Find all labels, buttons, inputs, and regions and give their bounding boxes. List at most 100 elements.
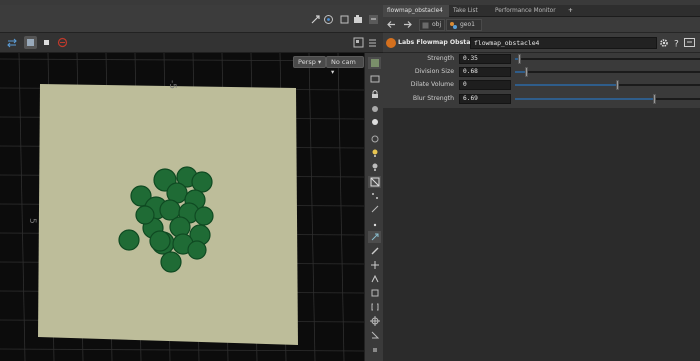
- angle-icon[interactable]: [368, 329, 381, 341]
- grid-snap-icon[interactable]: [368, 287, 381, 299]
- viewport-top-toolbar: [0, 5, 383, 33]
- persp-label: Persp: [298, 58, 316, 66]
- snap-icon[interactable]: [338, 13, 351, 26]
- tree-shape: [118, 229, 140, 251]
- viewport-layout-icon[interactable]: [352, 36, 365, 49]
- param-row-dilate-volume: Dilate Volume 0: [383, 79, 700, 91]
- add-tab-label: +: [568, 8, 573, 14]
- tab-label: flowmap_obstacle4: [387, 8, 443, 14]
- camera-menu-button[interactable]: No cam ▾: [326, 56, 364, 76]
- help-icon[interactable]: ?: [672, 38, 682, 50]
- param-row-blur-strength: Blur Strength 6.69: [383, 93, 700, 105]
- transform-icon[interactable]: [368, 259, 381, 271]
- viewport-secondary-toolbar: [0, 33, 383, 53]
- viewport-menu-icon[interactable]: [366, 36, 379, 49]
- camera-icon[interactable]: [352, 13, 365, 26]
- bracket-icon[interactable]: [368, 301, 381, 313]
- display-options-icon[interactable]: [367, 13, 380, 26]
- tab-label: Performance Monitor: [495, 8, 556, 14]
- geo-path-label: geo1: [460, 21, 475, 28]
- persp-menu-button[interactable]: Persp ▾: [293, 56, 327, 68]
- shading-icon[interactable]: [40, 36, 53, 49]
- node-name-field[interactable]: flowmap_obstacle4: [470, 37, 657, 49]
- points-icon[interactable]: [368, 190, 381, 202]
- crosshair-icon[interactable]: [368, 315, 381, 327]
- param-row-strength: Strength 0.35: [383, 53, 700, 65]
- division-size-field[interactable]: 0.68: [459, 67, 511, 77]
- camera-label: No cam: [331, 58, 356, 66]
- gear-icon[interactable]: [659, 38, 669, 50]
- geo-icon: [450, 22, 457, 29]
- forward-arrow-icon[interactable]: [402, 19, 413, 32]
- scroll-down-icon[interactable]: [368, 344, 381, 356]
- viewport-grid: -5 5: [0, 53, 364, 361]
- strength-field[interactable]: 0.35: [459, 54, 511, 64]
- tree-shape: [194, 206, 214, 226]
- obj-path-label: obj: [432, 21, 442, 28]
- pen-icon[interactable]: [368, 245, 381, 257]
- flipbook-icon[interactable]: [368, 57, 381, 69]
- rotate-view-icon[interactable]: [322, 13, 335, 26]
- tree-shape: [191, 171, 213, 193]
- obj-icon: [422, 22, 429, 29]
- blur-strength-slider[interactable]: [515, 94, 700, 104]
- pane-tabs: flowmap_obstacle4 Take List Performance …: [383, 5, 700, 17]
- parameter-list: Strength 0.35 Division Size 0.68 Dilate …: [383, 53, 700, 108]
- slider-fill: [515, 98, 654, 100]
- param-label: Division Size: [414, 68, 454, 75]
- parameter-header: Labs Flowmap Obstacle flowmap_obstacle4 …: [383, 33, 700, 53]
- wireframe-icon[interactable]: [368, 176, 381, 188]
- dilate-volume-slider[interactable]: [515, 80, 700, 90]
- dilate-volume-field[interactable]: 0: [459, 80, 511, 90]
- swap-view-icon[interactable]: [5, 36, 18, 49]
- slider-handle[interactable]: [616, 80, 619, 90]
- tree-shape: [187, 240, 207, 260]
- obj-path-button[interactable]: obj: [419, 19, 445, 31]
- ghost-icon[interactable]: [368, 133, 381, 145]
- snapping-icon[interactable]: [368, 231, 381, 243]
- param-label: Blur Strength: [412, 95, 454, 102]
- svg-text:?: ?: [674, 40, 679, 49]
- render-region-icon[interactable]: [368, 73, 381, 85]
- tree-shape: [135, 205, 155, 225]
- scene-viewport[interactable]: -5 5 Persp ▾ No cam ▾: [0, 53, 364, 361]
- labs-node-icon: [386, 38, 396, 48]
- tree-shape: [160, 251, 182, 273]
- add-tab-button[interactable]: +: [564, 5, 576, 17]
- division-size-slider[interactable]: [515, 67, 700, 77]
- slider-fill: [515, 84, 617, 86]
- slider-handle[interactable]: [525, 67, 528, 77]
- param-label: Dilate Volume: [410, 81, 454, 88]
- info-icon[interactable]: [684, 38, 696, 50]
- axis-label-y: 5: [27, 218, 37, 224]
- tab-label: Take List: [453, 8, 478, 14]
- headlight-icon[interactable]: [368, 161, 381, 173]
- blur-strength-field[interactable]: 6.69: [459, 94, 511, 104]
- handle-icon[interactable]: [368, 273, 381, 285]
- no-entry-icon[interactable]: [56, 36, 69, 49]
- display-mode-icon[interactable]: [24, 36, 37, 49]
- strength-slider[interactable]: [515, 54, 700, 64]
- tab-take-list[interactable]: Take List: [449, 5, 491, 17]
- home-view-icon[interactable]: [368, 103, 381, 115]
- tree-shape: [149, 230, 171, 252]
- param-label: Strength: [427, 55, 454, 62]
- axis-label-x: -5: [167, 80, 177, 89]
- normals-icon[interactable]: [368, 203, 381, 215]
- light-icon[interactable]: [368, 147, 381, 159]
- back-arrow-icon[interactable]: [386, 19, 397, 32]
- node-type-label: Labs Flowmap Obstacle: [398, 39, 481, 46]
- slider-handle[interactable]: [653, 94, 656, 104]
- tab-flowmap-obstacle4[interactable]: flowmap_obstacle4: [383, 5, 449, 17]
- slider-handle[interactable]: [518, 54, 521, 64]
- parameter-pane-empty-area: [383, 108, 700, 361]
- param-row-division-size: Division Size 0.68: [383, 66, 700, 78]
- light-bulb-icon[interactable]: [368, 117, 381, 129]
- display-options-shelf: [364, 53, 383, 361]
- point-display-icon[interactable]: [368, 219, 381, 231]
- lock-icon[interactable]: [368, 88, 381, 100]
- tab-performance-monitor[interactable]: Performance Monitor: [491, 5, 563, 17]
- network-path-bar: obj geo1: [383, 17, 700, 33]
- pointer-select-icon[interactable]: [309, 13, 322, 26]
- geo-path-button[interactable]: geo1: [446, 19, 482, 31]
